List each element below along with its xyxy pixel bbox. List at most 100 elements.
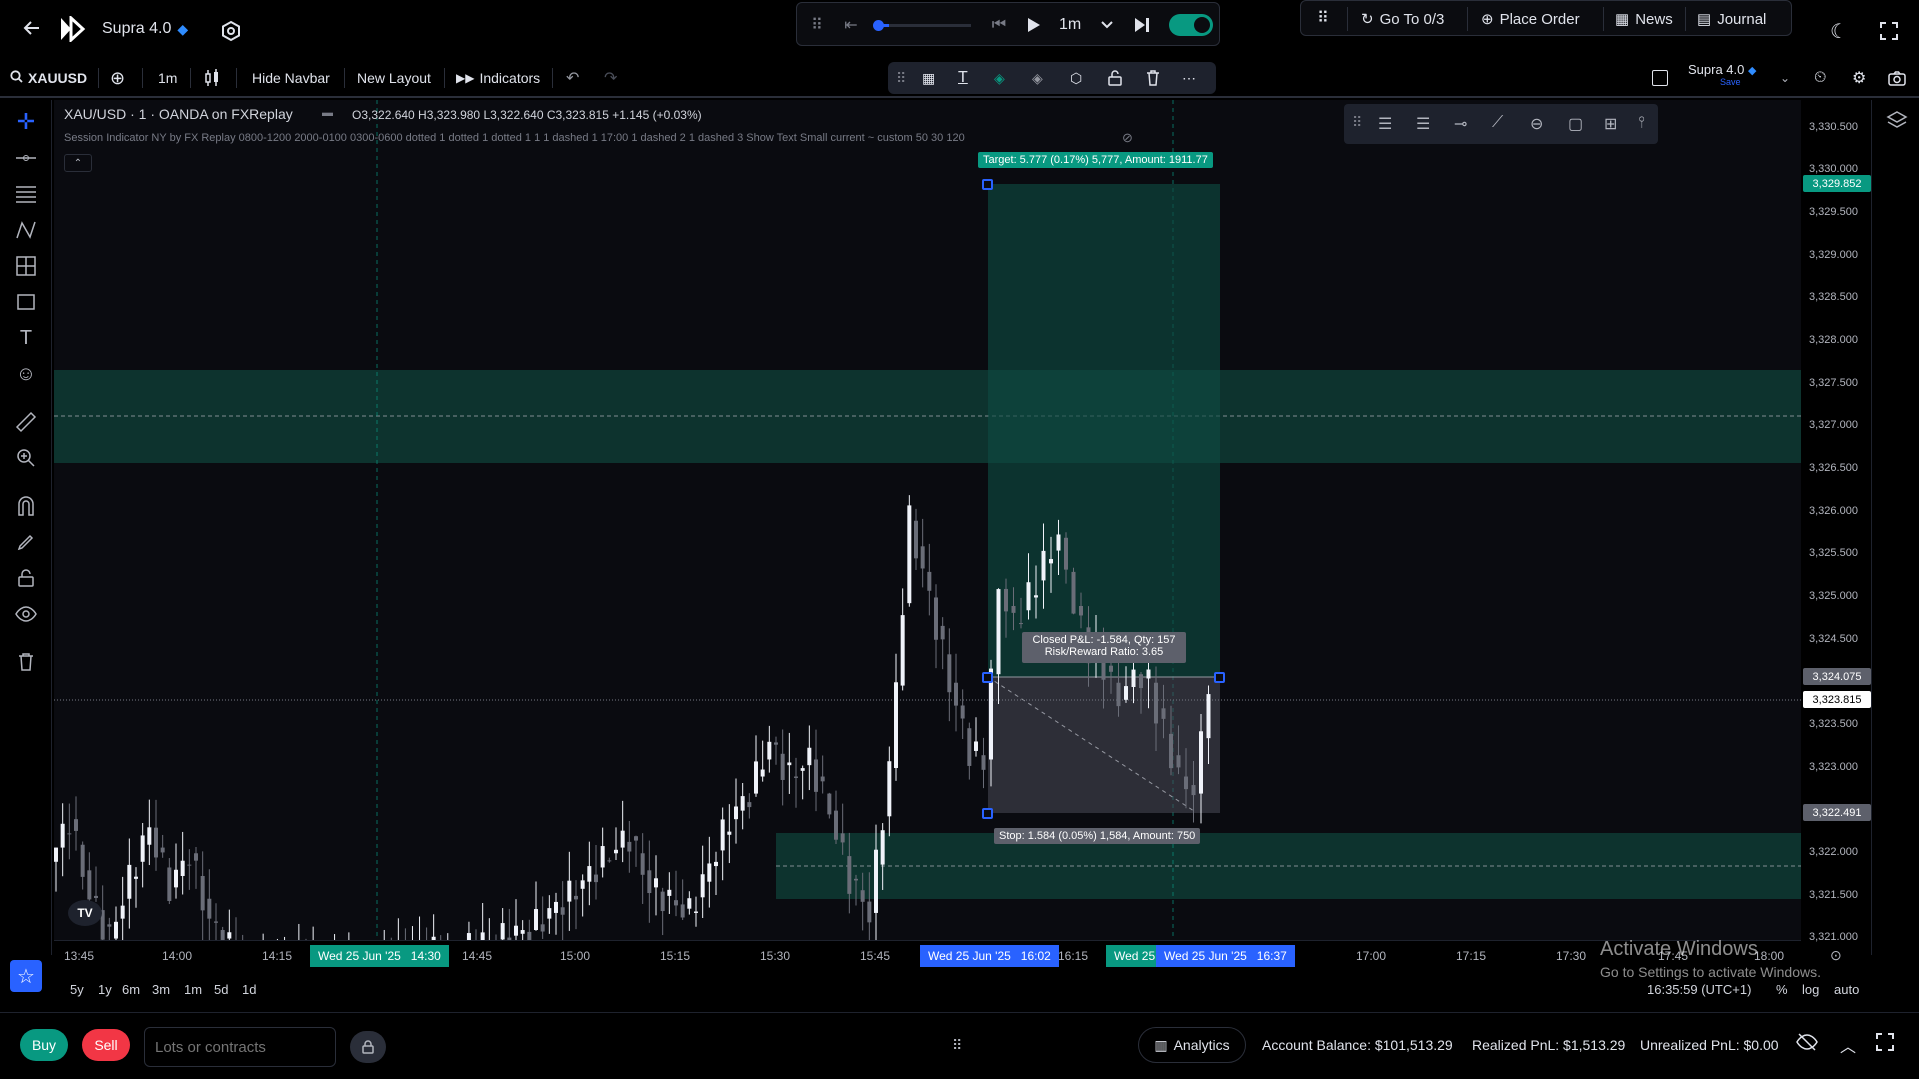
trend-line-icon[interactable] (10, 142, 42, 174)
ruler-icon[interactable] (10, 406, 42, 438)
range-6m[interactable]: 6m (122, 982, 140, 997)
horizontal-ray-icon[interactable]: ⊸ (1454, 114, 1467, 134)
more-icon[interactable]: ⋯ (1182, 62, 1196, 94)
crosshair-icon[interactable]: ✛ (10, 106, 42, 138)
settings-circle-icon[interactable]: ⊙ (1830, 947, 1842, 964)
checkbox-square-icon (1652, 70, 1668, 86)
magnet-icon[interactable] (10, 490, 42, 522)
zoom-in-icon[interactable] (10, 442, 42, 474)
pattern-icon[interactable] (10, 214, 42, 246)
layers-icon[interactable] (1886, 110, 1908, 132)
template-icon[interactable]: ▦ (922, 62, 935, 94)
draw-mode-icon[interactable] (10, 526, 42, 558)
drag-handle-icon[interactable]: ⠿ (807, 13, 827, 37)
background-color-icon[interactable]: ◈ (1032, 62, 1043, 94)
symbol-search[interactable]: XAUUSD (10, 58, 87, 98)
trash-icon[interactable] (1146, 62, 1160, 94)
undo-icon[interactable]: ↶ (566, 58, 579, 98)
prediction-icon[interactable] (10, 250, 42, 282)
range-1d[interactable]: 1d (242, 982, 256, 997)
chart-area[interactable]: XAU/USD · 1 · OANDA on FXReplay ▬ O3,322… (54, 100, 1801, 940)
text-icon[interactable]: T (10, 322, 42, 354)
time-axis[interactable]: 13:45 14:00 14:15 14:45 15:00 15:15 15:3… (54, 940, 1801, 970)
hide-values-icon[interactable] (1796, 1033, 1818, 1054)
news-button[interactable]: ▦ News (1615, 7, 1673, 31)
range-3m[interactable]: 3m (152, 982, 170, 997)
chevron-down-icon[interactable]: ⌄ (1780, 58, 1790, 98)
sell-button[interactable]: Sell (82, 1029, 130, 1061)
lock-icon[interactable] (1108, 62, 1122, 94)
rectangle-icon[interactable]: ▢ (1568, 114, 1583, 134)
step-forward-icon[interactable] (1131, 14, 1153, 36)
auto-scale-button[interactable]: auto (1834, 982, 1859, 997)
emoji-icon[interactable]: ☺ (10, 358, 42, 390)
gear-icon[interactable]: ⚙ (1852, 58, 1866, 98)
jump-start-icon[interactable]: ⇤ (841, 15, 861, 35)
chevron-up-icon[interactable]: ︿ (1840, 1033, 1856, 1057)
buy-button[interactable]: Buy (20, 1029, 68, 1061)
new-layout-button[interactable]: New Layout (357, 58, 431, 98)
horizontal-line-icon[interactable]: ⊖ (1530, 114, 1543, 134)
text-color-icon[interactable]: T (958, 62, 968, 94)
journal-button[interactable]: ▤ Journal (1697, 7, 1766, 31)
replay-slider-thumb[interactable] (873, 20, 884, 31)
play-icon[interactable] (1023, 14, 1045, 36)
drag-handle-icon[interactable]: ⠿ (896, 62, 906, 94)
chevron-down-icon[interactable] (1097, 15, 1117, 35)
settings-hex-icon[interactable] (218, 18, 244, 44)
lock-order-button[interactable] (350, 1031, 386, 1063)
lock-drawings-icon[interactable] (10, 562, 42, 594)
redo-icon[interactable]: ↷ (604, 58, 617, 98)
goto-button[interactable]: ↻ Go To 0/3 (1361, 7, 1444, 31)
alert-clock-icon[interactable]: ⏲ (1814, 58, 1826, 98)
entry-handle[interactable] (982, 672, 993, 683)
drag-handle-icon[interactable]: ⠿ (1352, 114, 1362, 131)
fib-retracement-icon[interactable] (10, 178, 42, 210)
apps-grid-icon[interactable]: ⠿ (1313, 7, 1333, 29)
fullscreen-icon[interactable] (1876, 1033, 1894, 1054)
layout-save[interactable]: Supra 4.0 ◆ Save (1688, 62, 1756, 94)
range-1m[interactable]: 1m (184, 982, 202, 997)
interval-button[interactable]: 1m (158, 58, 177, 98)
target-handle[interactable] (982, 179, 993, 190)
range-1y[interactable]: 1y (98, 982, 112, 997)
fullscreen-icon[interactable] (1876, 18, 1902, 44)
short-position-icon[interactable]: ☰ (1416, 114, 1430, 134)
legend-menu-icon[interactable]: ▬ (322, 107, 333, 119)
analytics-button[interactable]: ▥ Analytics (1138, 1027, 1246, 1063)
trend-line-icon[interactable]: ⟋ (1492, 114, 1503, 132)
hide-navbar-button[interactable]: Hide Navbar (252, 58, 330, 98)
add-symbol-icon[interactable]: ⊕ (110, 58, 125, 98)
eye-off-icon[interactable]: ⊘ (1122, 130, 1133, 146)
stop-handle[interactable] (982, 808, 993, 819)
replay-slider[interactable] (873, 20, 971, 31)
visibility-eye-icon[interactable] (10, 598, 42, 630)
replay-toggle[interactable] (1169, 14, 1213, 36)
width-handle[interactable] (1214, 672, 1225, 683)
favorites-star-icon[interactable]: ☆ (10, 960, 42, 992)
log-scale-button[interactable]: log (1802, 982, 1819, 997)
place-order-button[interactable]: ⊕ Place Order (1481, 7, 1580, 31)
range-5y[interactable]: 5y (70, 982, 84, 997)
collapse-legend-button[interactable]: ⌃ (64, 154, 92, 172)
trash-icon[interactable] (10, 646, 42, 678)
lots-input[interactable] (144, 1027, 336, 1067)
layout-name[interactable]: Supra 4.0 ◆ (102, 18, 188, 40)
layout-checkbox[interactable] (1652, 58, 1668, 98)
fill-color-icon[interactable]: ◈ (994, 62, 1005, 94)
long-position-icon[interactable]: ☰ (1378, 114, 1392, 134)
candles-type-icon[interactable] (204, 58, 220, 98)
moon-icon[interactable]: ☾ (1826, 18, 1852, 44)
range-5d[interactable]: 5d (214, 982, 228, 997)
drag-handle-icon[interactable]: ⠿ (952, 1037, 962, 1054)
grid-select-icon[interactable]: ⊞ (1604, 114, 1617, 134)
percent-scale-button[interactable]: % (1776, 982, 1788, 997)
indicators-button[interactable]: ▶▶ Indicators (456, 58, 540, 98)
back-arrow-icon[interactable] (18, 14, 46, 42)
rectangle-icon[interactable] (10, 286, 42, 318)
camera-icon[interactable] (1888, 58, 1906, 98)
vertical-line-icon[interactable]: ⫯ (1638, 114, 1645, 132)
playback-timeframe[interactable]: 1m (1059, 15, 1081, 35)
step-back-icon[interactable]: ⏮ (989, 15, 1009, 35)
settings-icon[interactable]: ⬡ (1070, 62, 1082, 94)
